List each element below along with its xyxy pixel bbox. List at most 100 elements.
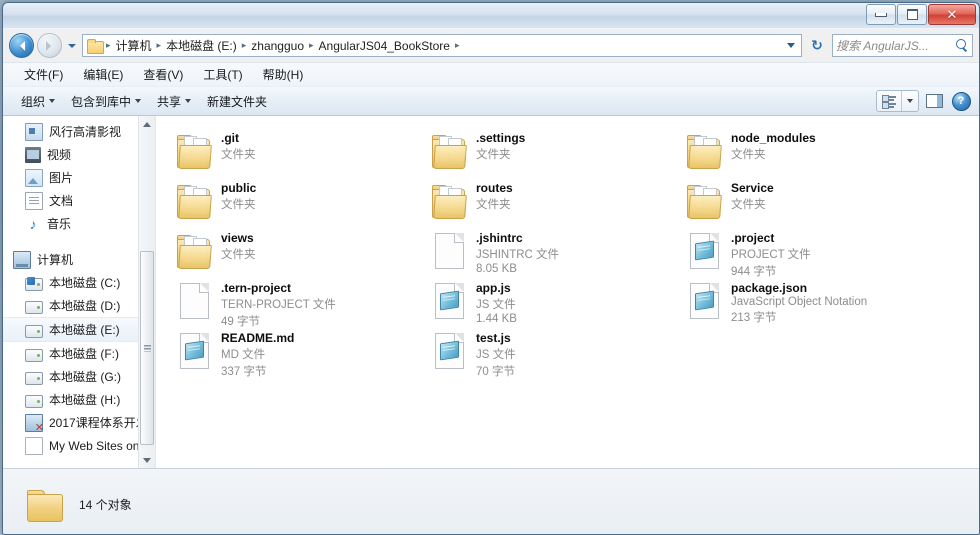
sidebar-item-7[interactable]: 本地磁盘 (D:) [3,294,155,317]
organize-label: 组织 [21,94,46,109]
sidebar-item-3[interactable]: 文档 [3,189,155,212]
search-input[interactable]: 搜索 AngularJS... [832,34,973,57]
file-type: 文件夹 [476,149,511,161]
breadcrumb-item-2[interactable]: zhangguo [247,38,308,54]
arrow-left-icon [15,40,25,51]
music-icon: ♪ [29,215,37,232]
file-item[interactable]: node_modules 文件夹 [680,126,935,176]
status-info: 14 个对象 [79,496,132,513]
file-type: 文件夹 [221,149,256,161]
maximize-button[interactable] [897,4,927,25]
file-item[interactable]: Service 文件夹 [680,176,935,226]
include-in-library-button[interactable]: 包含到库中 [63,90,149,113]
sidebar-item-0[interactable]: 风行高清影视 [3,120,155,143]
file-name: app.js [476,281,511,295]
window-controls: ✕ [865,4,976,25]
breadcrumb-item-1[interactable]: 本地磁盘 (E:) [162,36,241,55]
history-dropdown-button[interactable] [65,34,79,57]
sidebar-item-label: 风行高清影视 [49,125,122,139]
close-button[interactable]: ✕ [928,4,976,25]
sidebar-item-13[interactable]: My Web Sites on [3,434,155,457]
folder-icon [687,132,722,170]
help-icon: ? [951,91,971,111]
sidebar-item-1[interactable]: 视频 [3,143,155,166]
sidebar-item-10[interactable]: 本地磁盘 (G:) [3,365,155,388]
file-item[interactable]: app.js JS 文件 1.44 KB [425,276,680,326]
drive-icon [25,371,43,385]
status-folder-icon [27,488,65,522]
minimize-icon [875,12,887,17]
sidebar-item-5[interactable]: 计算机 [3,248,155,271]
file-list-pane[interactable]: .git 文件夹 .settings 文件夹 node_modules 文件夹 public… [156,116,979,468]
sidebar-item-8[interactable]: 本地磁盘 (E:) [3,317,155,342]
menu-item-file[interactable]: 文件(F) [15,64,72,85]
file-grid: .git 文件夹 .settings 文件夹 node_modules 文件夹 public… [170,126,979,379]
file-item[interactable]: package.json JavaScript Object Notation 21… [680,276,935,326]
scroll-down-button[interactable] [139,452,155,468]
view-mode-dropdown-button[interactable] [901,91,918,111]
file-item[interactable]: .git 文件夹 [170,126,425,176]
sidebar-item-9[interactable]: 本地磁盘 (F:) [3,342,155,365]
view-mode-group [876,90,919,112]
explorer-body: 风行高清影视视频 图片 文档 ♪ 音乐计算机 本地磁盘 (C:) 本地磁盘 (D:) 本地磁盘… [3,116,979,468]
folder-icon [432,182,467,220]
file-name: .tern-project [221,281,292,295]
file-item[interactable]: .settings 文件夹 [425,126,680,176]
menu-item-view[interactable]: 查看(V) [134,64,192,85]
breadcrumb-item-0[interactable]: 计算机 [112,36,156,55]
forward-button[interactable] [37,33,62,58]
file-size: 213 字节 [731,312,777,324]
folder-icon [177,232,212,270]
organize-button[interactable]: 组织 [13,90,63,113]
share-button[interactable]: 共享 [149,90,199,113]
file-item[interactable]: .project PROJECT 文件 944 字节 [680,226,935,279]
file-item[interactable]: views 文件夹 [170,226,425,276]
close-icon: ✕ [946,7,958,22]
file-type: JS 文件 [476,299,516,311]
file-size: 337 字节 [221,366,267,378]
sidebar-item-4[interactable]: ♪ 音乐 [3,212,155,235]
chevron-up-icon [143,121,151,127]
menu-item-edit[interactable]: 编辑(E) [74,64,132,85]
page-icon [25,436,43,455]
document-file-icon [177,332,211,370]
breadcrumb-item-3[interactable]: AngularJS04_BookStore [315,38,454,54]
view-list-icon [882,95,896,109]
file-meta: node_modules 文件夹 [731,130,816,162]
menu-item-tools[interactable]: 工具(T) [194,64,251,85]
menu-item-help[interactable]: 帮助(H) [254,64,313,85]
new-folder-button[interactable]: 新建文件夹 [199,90,275,113]
status-bar: 14 个对象 [3,468,979,534]
file-item[interactable]: README.md MD 文件 337 字节 [170,326,425,379]
refresh-button[interactable]: ↻ [805,34,829,57]
file-meta: .project PROJECT 文件 944 字节 [731,230,811,279]
sidebar-item-11[interactable]: 本地磁盘 (H:) [3,388,155,411]
file-item[interactable]: test.js JS 文件 70 字节 [425,326,680,378]
file-type: JavaScript Object Notation [731,296,868,308]
preview-pane-button[interactable] [921,91,947,112]
sidebar-item-label: 本地磁盘 (E:) [49,323,120,337]
breadcrumb-bar[interactable]: ▸ 计算机 ▸ 本地磁盘 (E:) ▸ zhangguo ▸ AngularJS… [82,34,802,57]
file-item[interactable]: routes 文件夹 [425,176,680,226]
search-placeholder: 搜索 AngularJS... [836,39,929,53]
file-name: package.json [731,281,808,295]
navigation-scrollbar[interactable] [138,116,155,468]
scrollbar-thumb[interactable] [140,251,154,445]
file-item[interactable]: .jshintrc JSHINTRC 文件 8.05 KB [425,226,680,276]
view-mode-button[interactable] [877,91,901,111]
scroll-up-button[interactable] [139,116,155,132]
file-type: PROJECT 文件 [731,249,811,261]
file-meta: README.md MD 文件 337 字节 [221,330,294,379]
folder-icon [687,182,722,220]
file-item[interactable]: public 文件夹 [170,176,425,226]
address-dropdown-button[interactable] [783,36,799,55]
sidebar-item-label: 音乐 [47,217,72,231]
file-item[interactable]: .tern-project TERN-PROJECT 文件 49 字节 [170,276,425,328]
back-button[interactable] [9,33,34,58]
help-button[interactable]: ? [949,90,973,112]
sidebar-item-12[interactable]: 2017课程体系开发 [3,411,155,434]
minimize-button[interactable] [866,4,896,25]
file-name: node_modules [731,131,816,145]
sidebar-item-6[interactable]: 本地磁盘 (C:) [3,271,155,294]
sidebar-item-2[interactable]: 图片 [3,166,155,189]
